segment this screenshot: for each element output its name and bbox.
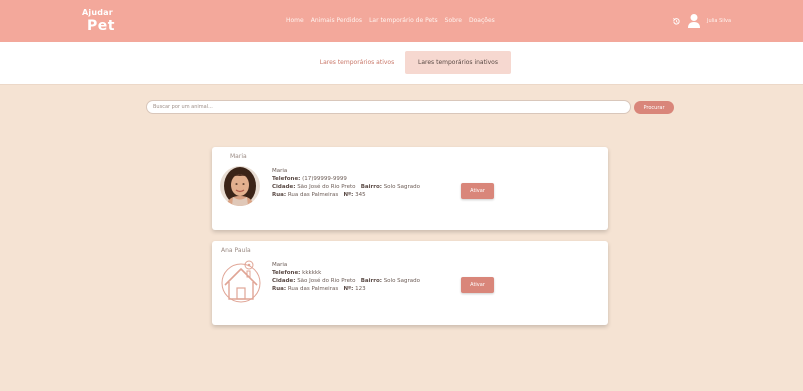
street-label: Rua: xyxy=(272,286,287,292)
home-card: Ana Paula Maria Telefone: kkkkkk Cidade:… xyxy=(212,241,608,325)
resident-name: Maria xyxy=(272,168,288,174)
city-value: São José do Rio Preto xyxy=(297,184,356,190)
tab-active-homes[interactable]: Lares temporários ativos xyxy=(310,51,404,74)
house-icon xyxy=(219,257,263,303)
city-label: Cidade: xyxy=(272,278,296,284)
card-info: Maria Telefone: kkkkkk Cidade: São José … xyxy=(272,261,420,293)
activate-button[interactable]: Ativar xyxy=(461,183,494,199)
phone-value: kkkkkk xyxy=(302,270,322,276)
city-value: São José do Rio Preto xyxy=(297,278,356,284)
logo[interactable]: Ajudar Pet xyxy=(82,8,122,36)
history-icon[interactable] xyxy=(672,17,681,26)
phone-label: Telefone: xyxy=(272,176,301,182)
activate-button[interactable]: Ativar xyxy=(461,277,494,293)
nav-about[interactable]: Sobre xyxy=(445,17,462,24)
street-label: Rua: xyxy=(272,192,287,198)
logo-text-top: Ajudar xyxy=(82,8,113,17)
card-title: Ana Paula xyxy=(221,247,251,254)
card-info: Maria Telefone: (17)99999-9999 Cidade: S… xyxy=(272,167,420,199)
tab-inactive-homes[interactable]: Lares temporários inativos xyxy=(405,51,511,74)
user-name[interactable]: Julia Silva xyxy=(707,18,731,24)
number-value: 123 xyxy=(355,286,366,292)
logo-text-bottom: Pet xyxy=(87,18,115,34)
city-label: Cidade: xyxy=(272,184,296,190)
number-label: Nº: xyxy=(343,192,354,198)
tabs-bar: Lares temporários ativos Lares temporári… xyxy=(0,42,803,85)
person-photo xyxy=(220,166,260,206)
number-label: Nº: xyxy=(343,286,354,292)
user-area: Julia Silva xyxy=(672,12,731,30)
street-value: Rua das Palmeiras xyxy=(287,192,339,198)
number-value: 345 xyxy=(355,192,366,198)
top-navbar: Ajudar Pet Home Animais Perdidos Lar tem… xyxy=(0,0,803,42)
search-input[interactable] xyxy=(146,100,631,114)
nav-lost-animals[interactable]: Animais Perdidos xyxy=(311,17,362,24)
card-title: Maria xyxy=(230,153,247,160)
neighborhood-value: Solo Sagrado xyxy=(383,184,421,190)
neighborhood-label: Bairro: xyxy=(360,278,382,284)
user-icon[interactable] xyxy=(687,13,701,29)
street-value: Rua das Palmeiras xyxy=(287,286,339,292)
nav-donations[interactable]: Doações xyxy=(469,17,495,24)
phone-label: Telefone: xyxy=(272,270,301,276)
nav-temporary-home[interactable]: Lar temporário de Pets xyxy=(369,17,438,24)
nav-home[interactable]: Home xyxy=(286,17,304,24)
search-button[interactable]: Procurar xyxy=(634,101,674,114)
neighborhood-label: Bairro: xyxy=(360,184,382,190)
main-nav: Home Animais Perdidos Lar temporário de … xyxy=(286,17,495,24)
neighborhood-value: Solo Sagrado xyxy=(383,278,421,284)
home-card: Maria Maria Telefone: (17)99999-9999 Cid… xyxy=(212,147,608,230)
resident-name: Maria xyxy=(272,262,288,268)
phone-value: (17)99999-9999 xyxy=(302,176,347,182)
